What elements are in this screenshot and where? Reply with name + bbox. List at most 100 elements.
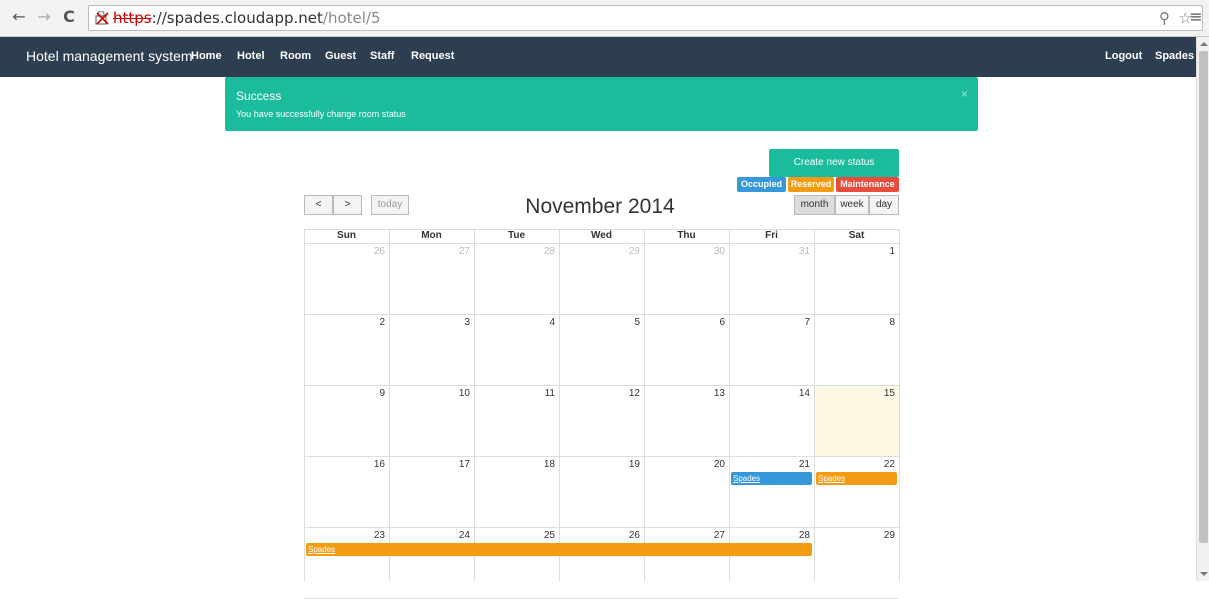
grid-line [304,456,899,457]
day-number[interactable]: 28 [474,246,555,257]
reload-icon[interactable]: C [60,8,78,26]
day-number[interactable]: 11 [474,388,555,399]
chevron-right-icon: > [344,199,351,210]
next-month-button[interactable]: > [333,195,362,215]
calendar-event[interactable]: Spades [306,543,812,556]
alert-title: Success [236,89,282,103]
page-scrollbar[interactable] [1196,37,1209,581]
browser-toolbar: ← → C https://spades.cloudapp.net/hotel/… [0,0,1209,37]
nav-user[interactable]: Spades [1155,50,1194,62]
nav-hotel[interactable]: Hotel [237,50,265,62]
grid-line [304,527,899,528]
grid-line [304,229,305,581]
nav-request[interactable]: Request [411,50,454,62]
day-number[interactable]: 19 [559,459,640,470]
grid-line [814,229,815,581]
day-number[interactable]: 4 [474,317,555,328]
close-icon[interactable]: × [961,87,968,101]
weekday-header: Sun [337,230,356,241]
legend-reserved: Reserved [788,177,834,192]
grid-line [729,229,730,581]
back-icon[interactable]: ← [10,8,28,26]
day-number[interactable]: 9 [304,388,385,399]
prev-month-button[interactable]: < [304,195,333,215]
day-number[interactable]: 6 [644,317,725,328]
nav-guest[interactable]: Guest [325,50,356,62]
day-number[interactable]: 3 [389,317,470,328]
weekday-header: Tue [507,230,526,241]
nav-logout[interactable]: Logout [1105,50,1142,62]
app-navbar: Hotel management system Home Hotel Room … [0,37,1196,77]
scroll-thumb[interactable] [1199,51,1208,543]
day-number[interactable]: 29 [559,246,640,257]
grid-line [474,229,475,581]
day-number[interactable]: 24 [389,530,470,541]
day-number[interactable]: 2 [304,317,385,328]
insecure-lock-icon [95,11,109,25]
day-number[interactable]: 27 [389,246,470,257]
day-number[interactable]: 16 [304,459,385,470]
grid-line [304,243,899,244]
today-button[interactable]: today [371,195,409,215]
grid-line [644,229,645,581]
grid-line [304,385,899,386]
day-number[interactable]: 8 [814,317,895,328]
url-text: https://spades.cloudapp.net/hotel/5 [113,9,381,27]
forward-icon[interactable]: → [35,8,53,26]
day-number[interactable]: 10 [389,388,470,399]
day-number[interactable]: 17 [389,459,470,470]
day-number[interactable]: 29 [814,530,895,541]
success-alert: Success You have successfully change roo… [225,77,978,131]
weekday-header: Sat [848,230,865,241]
legend-maintenance: Maintenance [836,177,899,192]
day-number[interactable]: 14 [729,388,810,399]
day-number[interactable]: 7 [729,317,810,328]
day-number[interactable]: 1 [814,246,895,257]
weekday-header: Fri [765,230,778,241]
day-number[interactable]: 5 [559,317,640,328]
day-number[interactable]: 23 [304,530,385,541]
browser-menu-icon[interactable]: ≡ [1189,8,1203,26]
day-number[interactable]: 21 [729,459,810,470]
day-number[interactable]: 27 [644,530,725,541]
legend-occupied: Occupied [737,177,786,192]
weekday-header: Thu [677,230,696,241]
day-number[interactable]: 12 [559,388,640,399]
view-month-button[interactable]: month [794,195,835,215]
nav-home[interactable]: Home [191,50,222,62]
day-number[interactable]: 20 [644,459,725,470]
view-day-button[interactable]: day [869,195,899,215]
create-status-button[interactable]: Create new status [769,149,899,177]
chevron-left-icon: < [315,199,322,210]
alert-message: You have successfully change room status [236,109,406,119]
calendar-title: November 2014 [525,195,675,218]
grid-line [899,229,900,581]
day-number[interactable]: 26 [559,530,640,541]
day-number[interactable]: 13 [644,388,725,399]
nav-staff[interactable]: Staff [370,50,394,62]
address-bar[interactable]: https://spades.cloudapp.net/hotel/5 ⚲ ☆ [88,5,1203,31]
scroll-down-icon[interactable] [1200,572,1208,576]
calendar-event[interactable]: Spades [816,472,897,485]
day-number[interactable]: 22 [814,459,895,470]
day-number[interactable]: 28 [729,530,810,541]
url-scheme: https [113,9,152,27]
weekday-header: Wed [591,230,612,241]
day-number[interactable]: 15 [814,388,895,399]
grid-line [304,314,899,315]
weekday-header: Mon [421,230,442,241]
zoom-icon[interactable]: ⚲ [1159,9,1170,27]
url-path: /hotel/5 [322,9,381,27]
day-number[interactable]: 18 [474,459,555,470]
day-number[interactable]: 26 [304,246,385,257]
view-week-button[interactable]: week [835,195,869,215]
scroll-up-icon[interactable] [1200,42,1208,46]
day-number[interactable]: 31 [729,246,810,257]
url-host: spades.cloudapp.net [166,9,323,27]
calendar-grid: Sun Mon Tue Wed Thu Fri Sat 26 27 28 29 30 31 1 2 3 4 5 6 7… [304,229,900,599]
brand-link[interactable]: Hotel management system [26,48,193,64]
day-number[interactable]: 25 [474,530,555,541]
nav-room[interactable]: Room [280,50,311,62]
day-number[interactable]: 30 [644,246,725,257]
calendar-event[interactable]: Spades [731,472,812,485]
